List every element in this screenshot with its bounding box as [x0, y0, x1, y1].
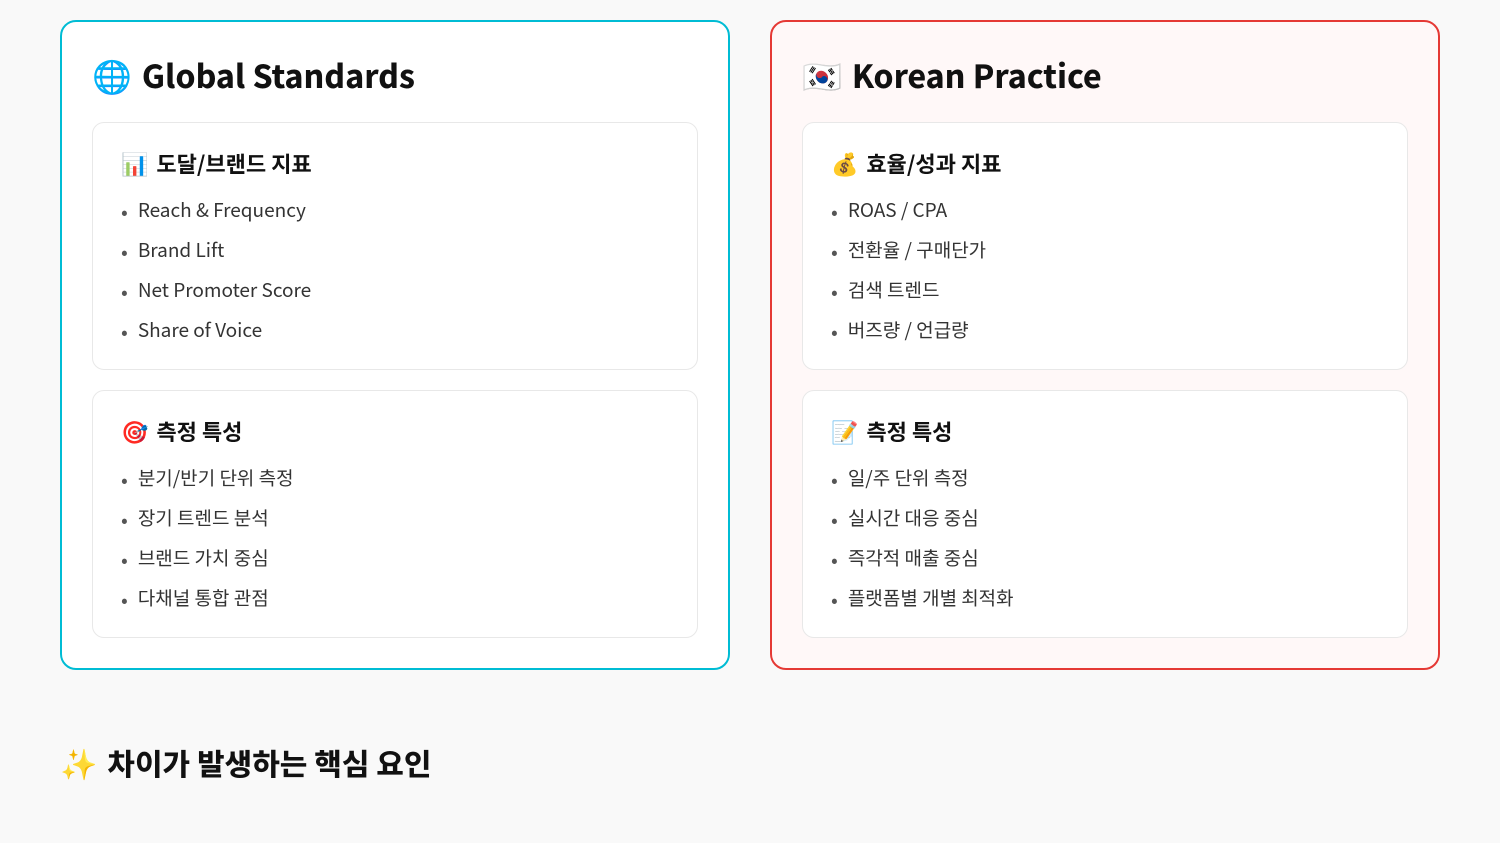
- korean-practice-card: 🇰🇷 Korean Practice 💰 효율/성과 지표 ROAS / CPA…: [770, 20, 1440, 670]
- korean-performance-card: 💰 효율/성과 지표 ROAS / CPA 전환율 / 구매단가 검색 트렌드 …: [802, 122, 1408, 370]
- korean-title-emoji: 🇰🇷: [802, 52, 842, 98]
- global-measurement-title: 🎯 측정 특성: [121, 415, 669, 447]
- list-item: ROAS / CPA: [831, 197, 1379, 225]
- global-title-text: Global Standards: [142, 52, 415, 98]
- global-brand-emoji: 📊: [121, 147, 148, 179]
- korean-measurement-card: 📝 측정 특성 일/주 단위 측정 실시간 대응 중심 즉각적 매출 중심 플랫…: [802, 390, 1408, 638]
- korean-measurement-title: 📝 측정 특성: [831, 415, 1379, 447]
- global-card-title: 🌐 Global Standards: [92, 52, 698, 98]
- bottom-emoji: ✨: [60, 740, 97, 784]
- korean-card-title: 🇰🇷 Korean Practice: [802, 52, 1408, 98]
- list-item: 브랜드 가치 중심: [121, 545, 669, 573]
- global-measurement-emoji: 🎯: [121, 415, 148, 447]
- global-measurement-card: 🎯 측정 특성 분기/반기 단위 측정 장기 트렌드 분석 브랜드 가치 중심 …: [92, 390, 698, 638]
- korean-performance-title-text: 효율/성과 지표: [866, 147, 1001, 179]
- list-item: 전환율 / 구매단가: [831, 237, 1379, 265]
- global-standards-card: 🌐 Global Standards 📊 도달/브랜드 지표 Reach & F…: [60, 20, 730, 670]
- list-item: 플랫폼별 개별 최적화: [831, 585, 1379, 613]
- list-item: Reach & Frequency: [121, 197, 669, 225]
- list-item: 다채널 통합 관점: [121, 585, 669, 613]
- global-brand-title-text: 도달/브랜드 지표: [156, 147, 311, 179]
- list-item: 분기/반기 단위 측정: [121, 465, 669, 493]
- korean-performance-emoji: 💰: [831, 147, 858, 179]
- list-item: 버즈량 / 언급량: [831, 317, 1379, 345]
- list-item: Brand Lift: [121, 237, 669, 265]
- global-measurement-title-text: 측정 특성: [156, 415, 242, 447]
- list-item: Net Promoter Score: [121, 277, 669, 305]
- global-brand-list: Reach & Frequency Brand Lift Net Promote…: [121, 197, 669, 345]
- korean-measurement-emoji: 📝: [831, 415, 858, 447]
- list-item: 장기 트렌드 분석: [121, 505, 669, 533]
- global-measurement-list: 분기/반기 단위 측정 장기 트렌드 분석 브랜드 가치 중심 다채널 통합 관…: [121, 465, 669, 613]
- page-wrapper: 🌐 Global Standards 📊 도달/브랜드 지표 Reach & F…: [0, 0, 1500, 834]
- list-item: 실시간 대응 중심: [831, 505, 1379, 533]
- bottom-title: ✨ 차이가 발생하는 핵심 요인: [60, 740, 1440, 784]
- list-item: Share of Voice: [121, 317, 669, 345]
- list-item: 검색 트렌드: [831, 277, 1379, 305]
- korean-title-text: Korean Practice: [852, 52, 1102, 98]
- global-title-emoji: 🌐: [92, 52, 132, 98]
- bottom-title-text: 차이가 발생하는 핵심 요인: [107, 740, 431, 784]
- list-item: 일/주 단위 측정: [831, 465, 1379, 493]
- korean-performance-list: ROAS / CPA 전환율 / 구매단가 검색 트렌드 버즈량 / 언급량: [831, 197, 1379, 345]
- bottom-section: ✨ 차이가 발생하는 핵심 요인: [60, 720, 1440, 794]
- korean-performance-title: 💰 효율/성과 지표: [831, 147, 1379, 179]
- columns-row: 🌐 Global Standards 📊 도달/브랜드 지표 Reach & F…: [60, 20, 1440, 670]
- list-item: 즉각적 매출 중심: [831, 545, 1379, 573]
- global-brand-card: 📊 도달/브랜드 지표 Reach & Frequency Brand Lift…: [92, 122, 698, 370]
- korean-measurement-list: 일/주 단위 측정 실시간 대응 중심 즉각적 매출 중심 플랫폼별 개별 최적…: [831, 465, 1379, 613]
- global-brand-title: 📊 도달/브랜드 지표: [121, 147, 669, 179]
- korean-measurement-title-text: 측정 특성: [866, 415, 952, 447]
